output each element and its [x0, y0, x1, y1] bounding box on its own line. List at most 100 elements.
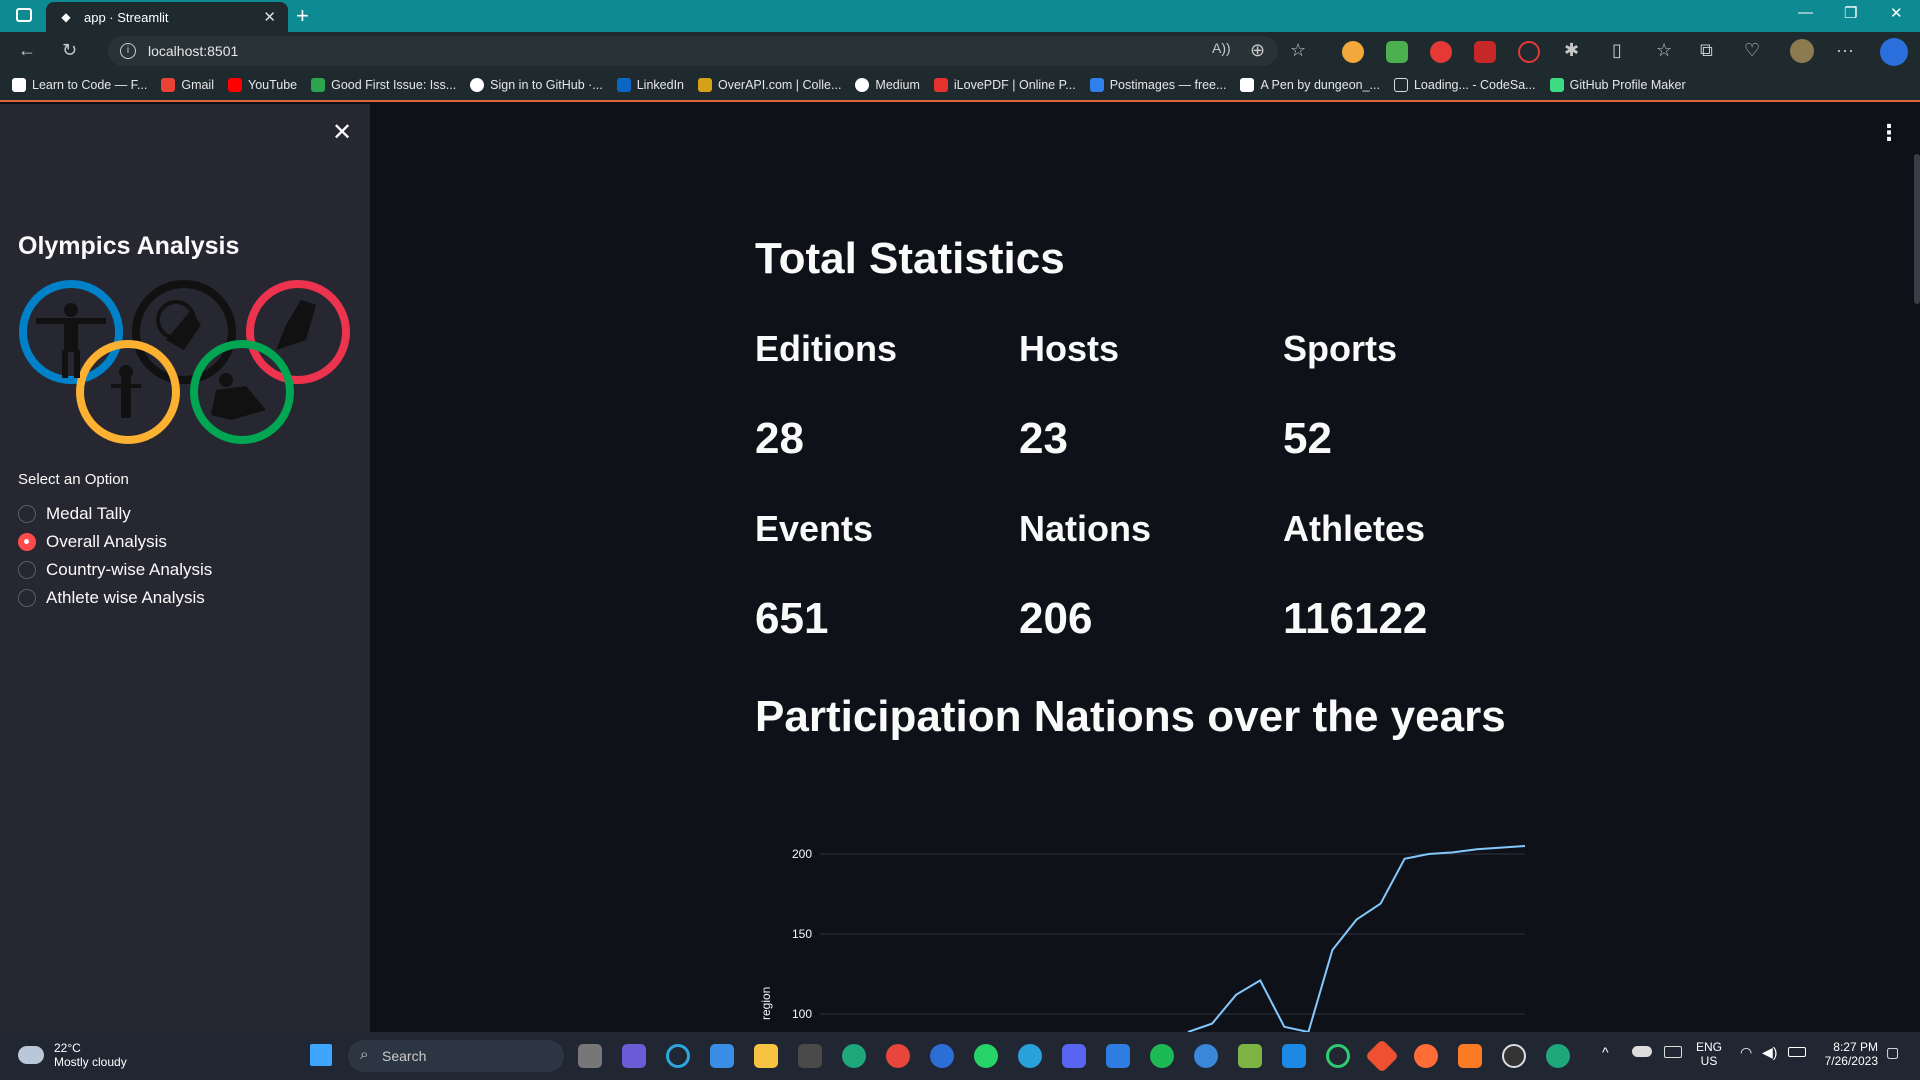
language-indicator[interactable]: ENG US	[1696, 1040, 1722, 1068]
radio-button-selected-icon[interactable]	[18, 533, 36, 551]
store-icon[interactable]	[710, 1044, 734, 1068]
discord-icon[interactable]	[1062, 1044, 1086, 1068]
sidebar-title: Olympics Analysis	[18, 232, 240, 260]
favorites-icon[interactable]: ☆	[1656, 40, 1672, 61]
git-icon[interactable]	[1365, 1039, 1399, 1073]
app-icon[interactable]	[1326, 1044, 1350, 1068]
windows-start-icon[interactable]	[310, 1044, 332, 1066]
spotify-icon[interactable]	[1150, 1044, 1174, 1068]
sidebar-toggle-icon[interactable]	[16, 8, 32, 22]
tab-title: app · Streamlit	[84, 9, 169, 25]
chart-heading: Participation Nations over the years	[755, 692, 1506, 741]
keyboard-icon[interactable]	[1664, 1046, 1682, 1058]
split-screen-icon[interactable]: ▯	[1612, 40, 1622, 61]
bookmarks-bar: Learn to Code — F... Gmail YouTube Good …	[0, 70, 1920, 102]
radio-medal-tally[interactable]: Medal Tally	[18, 504, 131, 524]
bookmark-item[interactable]: Postimages — free...	[1089, 78, 1226, 92]
extension-icon[interactable]	[1518, 41, 1540, 63]
extension-icon[interactable]	[1474, 41, 1496, 63]
firefox-icon[interactable]	[930, 1044, 954, 1068]
extension-icon[interactable]	[1386, 41, 1408, 63]
app-icon[interactable]	[1106, 1044, 1130, 1068]
bookmark-item[interactable]: A Pen by dungeon_...	[1240, 78, 1380, 92]
radio-overall-analysis[interactable]: Overall Analysis	[18, 532, 167, 552]
onedrive-icon[interactable]	[1632, 1046, 1652, 1057]
bookmark-item[interactable]: Medium	[855, 78, 920, 92]
collections-icon[interactable]: ⧉	[1700, 40, 1713, 61]
restore-icon[interactable]: ❐	[1844, 4, 1857, 22]
main-menu-icon[interactable]: ⋮	[1878, 120, 1900, 146]
task-view-icon[interactable]	[578, 1044, 602, 1068]
bookmark-icon	[12, 78, 26, 92]
extensions-icon[interactable]: ✱	[1564, 40, 1579, 61]
profile-avatar[interactable]	[1790, 39, 1814, 63]
zoom-icon[interactable]: ⊕	[1250, 40, 1265, 61]
bookmark-item[interactable]: GitHub Profile Maker	[1549, 78, 1686, 92]
extension-icon[interactable]	[1342, 41, 1364, 63]
radio-athlete-wise-analysis[interactable]: Athlete wise Analysis	[18, 588, 205, 608]
radio-button-icon[interactable]	[18, 589, 36, 607]
favorite-star-icon[interactable]: ☆	[1290, 40, 1306, 61]
file-explorer-icon[interactable]	[754, 1044, 778, 1068]
telegram-icon[interactable]	[1018, 1044, 1042, 1068]
cortana-icon[interactable]	[666, 1044, 690, 1068]
radio-country-wise-analysis[interactable]: Country-wise Analysis	[18, 560, 212, 580]
metric-value: 28	[755, 414, 804, 463]
chrome-icon[interactable]	[886, 1044, 910, 1068]
bookmark-item[interactable]: Good First Issue: Iss...	[311, 78, 456, 92]
volume-icon[interactable]: ◀)	[1762, 1044, 1777, 1061]
wifi-icon[interactable]: ◠	[1740, 1044, 1752, 1061]
clock[interactable]: 8:27 PM 7/26/2023	[1820, 1040, 1878, 1068]
close-sidebar-icon[interactable]: ✕	[332, 118, 352, 147]
metric-value: 651	[755, 594, 829, 643]
browser-tab[interactable]: ◆ app · Streamlit ✕	[46, 2, 288, 32]
y-tick-label: 150	[792, 927, 812, 941]
bookmark-item[interactable]: Loading... - CodeSa...	[1393, 78, 1536, 92]
tab-close-icon[interactable]: ✕	[263, 8, 276, 26]
more-menu-icon[interactable]: ···	[1836, 40, 1854, 61]
read-aloud-icon[interactable]: A))	[1212, 40, 1231, 56]
whatsapp-icon[interactable]	[974, 1044, 998, 1068]
bing-copilot-icon[interactable]	[1880, 38, 1908, 66]
bookmark-item[interactable]: LinkedIn	[616, 78, 684, 92]
bookmark-item[interactable]: OverAPI.com | Colle...	[698, 78, 841, 92]
app-icon[interactable]	[798, 1044, 822, 1068]
obs-icon[interactable]	[1502, 1044, 1526, 1068]
scrollbar[interactable]	[1914, 154, 1920, 304]
health-icon[interactable]: ♡	[1744, 40, 1760, 61]
back-icon[interactable]: ←	[18, 40, 36, 61]
radio-button-icon[interactable]	[18, 561, 36, 579]
youtube-icon	[228, 78, 242, 92]
vscode-icon[interactable]	[1282, 1044, 1306, 1068]
notifications-icon[interactable]: ▢	[1886, 1044, 1899, 1061]
participation-line-chart[interactable]: 200 150 100 region	[370, 740, 1570, 1032]
battery-icon[interactable]	[1788, 1047, 1806, 1057]
close-window-icon[interactable]: ✕	[1890, 4, 1903, 22]
site-info-icon[interactable]: i	[120, 43, 136, 59]
codepen-icon	[1240, 78, 1255, 92]
weather-widget[interactable]: 22°C Mostly cloudy	[18, 1041, 127, 1069]
refresh-icon[interactable]: ↻	[62, 40, 77, 61]
new-tab-icon[interactable]: +	[296, 4, 309, 28]
bookmark-item[interactable]: YouTube	[228, 78, 297, 92]
minimize-icon[interactable]: —	[1798, 4, 1813, 21]
adblock-icon[interactable]	[1430, 41, 1452, 63]
app-icon[interactable]	[1194, 1044, 1218, 1068]
bookmark-icon	[1549, 78, 1564, 92]
bookmark-item[interactable]: Sign in to GitHub ·...	[470, 78, 603, 92]
postman-icon[interactable]	[1414, 1044, 1438, 1068]
radio-button-icon[interactable]	[18, 505, 36, 523]
teams-icon[interactable]	[622, 1044, 646, 1068]
url-text: localhost:8501	[148, 43, 239, 59]
taskbar-search[interactable]: ⌕ Search	[348, 1040, 564, 1072]
url-field[interactable]: i localhost:8501	[108, 36, 1278, 66]
edge-active-icon[interactable]	[1546, 1044, 1570, 1068]
bookmark-item[interactable]: Learn to Code — F...	[12, 78, 147, 92]
bookmark-item[interactable]: iLovePDF | Online P...	[933, 78, 1076, 92]
edge-icon[interactable]	[842, 1044, 866, 1068]
xampp-icon[interactable]	[1458, 1044, 1482, 1068]
gmail-icon	[161, 78, 176, 92]
app-icon[interactable]	[1238, 1044, 1262, 1068]
chevron-up-icon[interactable]: ^	[1602, 1044, 1609, 1060]
bookmark-item[interactable]: Gmail	[161, 78, 214, 92]
